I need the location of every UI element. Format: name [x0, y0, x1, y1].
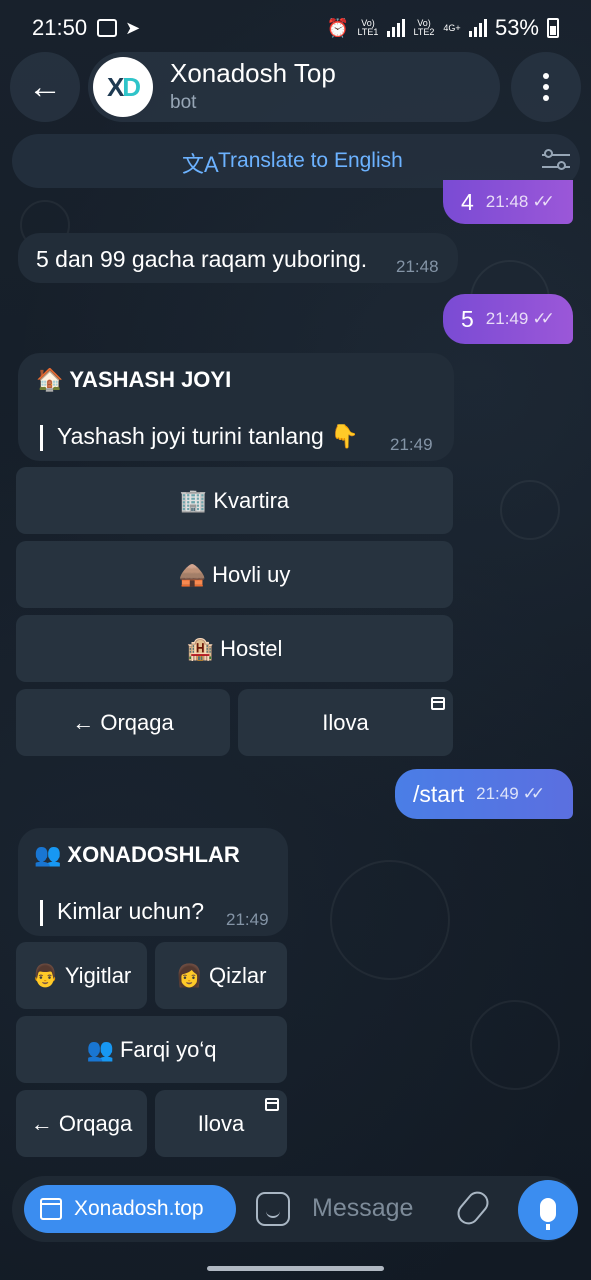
more-menu-button[interactable]	[511, 52, 581, 122]
home-indicator[interactable]	[207, 1266, 384, 1271]
chat-subtitle: bot	[170, 92, 197, 113]
message-time: 21:48	[485, 192, 529, 211]
keyboard-button-back[interactable]: ← Orqaga	[16, 689, 230, 756]
quote-bar	[40, 899, 43, 926]
arrow-left-icon: ←	[28, 67, 62, 106]
gallery-icon	[97, 19, 118, 37]
keyboard-button-hovli-uy[interactable]: 🛖 Hovli uy	[16, 541, 453, 608]
people-icon: 👥	[34, 842, 62, 867]
battery-icon	[547, 18, 559, 38]
keyboard-button-ilova[interactable]: Ilova	[238, 689, 453, 756]
microphone-icon	[540, 1198, 556, 1230]
message-quote: Yashash joyi turini tanlang 👇	[40, 423, 359, 451]
network-label: 4G+	[443, 22, 461, 33]
keyboard-button-hostel[interactable]: 🏨 Hostel	[16, 615, 453, 682]
dot-icon	[543, 73, 549, 79]
quote-bar	[40, 424, 43, 451]
sim2-label: Vo) LTE2	[413, 18, 435, 37]
sticker-icon[interactable]	[256, 1192, 290, 1226]
voice-record-button[interactable]	[518, 1180, 578, 1240]
keyboard-button-farqi-yoq[interactable]: 👥 Farqi yo‘q	[16, 1016, 287, 1083]
translate-settings-icon[interactable]	[542, 148, 570, 174]
message-outgoing[interactable]: 4 21:48 ✓✓	[443, 180, 573, 224]
webapp-launch-label: Xonadosh.top	[74, 1197, 204, 1220]
signal1-icon	[386, 19, 405, 37]
window-icon	[40, 1198, 62, 1220]
webapp-launch-button[interactable]: Xonadosh.top	[24, 1185, 236, 1233]
telegram-icon: ➤	[125, 17, 141, 38]
message-text: /start	[413, 780, 465, 807]
message-incoming-yashash[interactable]: 🏠 YASHASH JOYI Yashash joyi turini tanlan…	[18, 353, 454, 461]
double-check-icon: ✓✓	[522, 784, 545, 803]
dot-icon	[543, 95, 549, 101]
avatar[interactable]: XD	[93, 57, 153, 117]
message-time: 21:49	[476, 784, 519, 803]
house-icon: 🏠	[36, 367, 64, 392]
message-text: 4	[461, 188, 474, 215]
keyboard-button-qizlar[interactable]: 👩 Qizlar	[155, 942, 287, 1009]
keyboard-button-ilova[interactable]: Ilova	[155, 1090, 287, 1157]
chat-header[interactable]: XD Xonadosh Top bot	[88, 52, 500, 122]
message-title-text: YASHASH JOYI	[69, 367, 232, 392]
status-bar: 21:50 ➤ ⏰ Vo) LTE1 Vo) LTE2 4G+ 53%	[0, 0, 591, 56]
translate-icon: 文A	[182, 152, 219, 177]
message-meta: 21:49 ✓✓	[476, 784, 545, 804]
double-check-icon: ✓✓	[532, 309, 554, 328]
message-text: Yashash joyi turini tanlang 👇	[57, 423, 359, 449]
keyboard-button-kvartira[interactable]: 🏢 Kvartira	[16, 467, 453, 534]
keyboard-button-back[interactable]: ← Orqaga	[16, 1090, 147, 1157]
avatar-logo: XD	[106, 71, 141, 102]
message-incoming[interactable]: 5 dan 99 gacha raqam yuboring. 21:48	[18, 233, 458, 283]
message-input[interactable]: Message	[312, 1194, 413, 1223]
message-title-text: XONADOSHLAR	[67, 842, 240, 867]
chat-title: Xonadosh Top	[170, 58, 336, 88]
message-input-bar: Xonadosh.top Message	[12, 1176, 578, 1242]
keyboard-button-yigitlar[interactable]: 👨 Yigitlar	[16, 942, 147, 1009]
translate-label[interactable]: Translate to English	[218, 149, 403, 173]
message-text: 5 dan 99 gacha raqam yuboring.	[36, 246, 368, 272]
attach-icon[interactable]	[453, 1187, 493, 1229]
message-title: 👥 XONADOSHLAR	[34, 842, 240, 868]
message-meta: 21:48 ✓✓	[485, 192, 555, 212]
keyboard-button-label: Ilova	[322, 709, 369, 735]
alarm-icon: ⏰	[326, 17, 349, 38]
message-meta: 21:49 ✓✓	[485, 309, 555, 329]
message-time: 21:49	[226, 910, 269, 929]
message-time: 21:49	[390, 435, 433, 454]
sim1-label: Vo) LTE1	[357, 18, 379, 37]
webapp-icon	[431, 697, 445, 710]
message-title: 🏠 YASHASH JOYI	[36, 367, 231, 393]
message-quote: Kimlar uchun?	[40, 898, 204, 926]
message-outgoing[interactable]: 5 21:49 ✓✓	[443, 294, 573, 344]
back-button[interactable]: ←	[10, 52, 80, 122]
message-incoming-xonadoshlar[interactable]: 👥 XONADOSHLAR Kimlar uchun? 21:49	[18, 828, 288, 936]
message-text: 5	[461, 305, 474, 332]
message-time: 21:49	[485, 309, 529, 328]
status-time: 21:50	[32, 15, 88, 40]
double-check-icon: ✓✓	[532, 192, 554, 211]
message-outgoing-start[interactable]: /start 21:49 ✓✓	[395, 769, 573, 819]
keyboard-button-label: Ilova	[197, 1110, 245, 1136]
webapp-icon	[265, 1098, 279, 1111]
dot-icon	[543, 84, 549, 90]
message-time: 21:48	[396, 257, 439, 276]
signal2-icon	[468, 19, 487, 37]
battery-percent: 53%	[494, 15, 539, 40]
message-text: Kimlar uchun?	[57, 898, 205, 924]
